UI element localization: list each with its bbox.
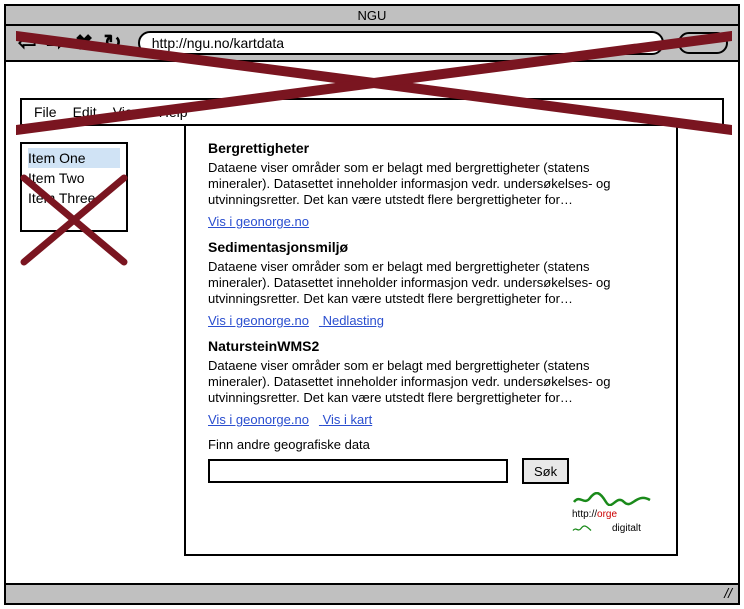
link-map[interactable]: Vis i kart (323, 412, 373, 427)
link-geonorge[interactable]: Vis i geonorge.no (208, 313, 309, 328)
search-button[interactable]: Søk (522, 458, 569, 484)
entry-links: Vis i geonorge.no (208, 214, 654, 229)
logo-scribble-icon (572, 523, 612, 535)
entry-description: Dataene viser områder som er belagt med … (208, 358, 654, 406)
logo-scribble-icon (572, 492, 652, 506)
back-icon[interactable]: ⇦ (16, 30, 38, 56)
search-row: Søk (208, 458, 654, 484)
search-label: Finn andre geografiske data (208, 437, 654, 452)
toolbar-capsule[interactable] (678, 32, 728, 54)
entry-links: Vis i geonorge.no Nedlasting (208, 313, 654, 328)
url-text: http://ngu.no/kartdata (152, 33, 284, 53)
window-titlebar: NGU (6, 6, 738, 26)
entry-links: Vis i geonorge.no Vis i kart (208, 412, 654, 427)
browser-toolbar: ⇦ ⇨ ✖ ↻ http://ngu.no/kartdata (6, 26, 738, 62)
url-bar[interactable]: http://ngu.no/kartdata (138, 31, 664, 55)
menu-bar: File Edit View Help (20, 98, 724, 126)
reload-icon[interactable]: ↻ (101, 30, 123, 56)
logo-text-digitalt: digitalt (612, 523, 641, 534)
sidebar-list[interactable]: Item One Item Two Item Three (20, 142, 128, 232)
menu-edit[interactable]: Edit (73, 104, 97, 120)
menu-help[interactable]: Help (159, 104, 188, 120)
link-geonorge[interactable]: Vis i geonorge.no (208, 214, 309, 229)
menu-file[interactable]: File (34, 104, 57, 120)
forward-icon[interactable]: ⇨ (44, 30, 66, 56)
search-input[interactable] (208, 459, 508, 483)
result-entry: Bergrettigheter Dataene viser områder so… (208, 140, 654, 229)
entry-title: Bergrettigheter (208, 140, 654, 156)
logo-text-http: http:// (572, 509, 597, 520)
browser-window: NGU ⇦ ⇨ ✖ ↻ http://ngu.no/kartdata File … (4, 4, 740, 605)
result-entry: Sedimentasjonsmiljø Dataene viser område… (208, 239, 654, 328)
list-item[interactable]: Item Two (28, 168, 120, 188)
link-geonorge[interactable]: Vis i geonorge.no (208, 412, 309, 427)
list-item[interactable]: Item Three (28, 188, 120, 208)
page-content: File Edit View Help Item One Item Two It… (6, 64, 738, 583)
menu-view[interactable]: View (113, 104, 143, 120)
stop-icon[interactable]: ✖ (73, 30, 95, 56)
status-bar: // (6, 583, 738, 603)
logo-text-orge: orge (597, 509, 617, 520)
entry-title: Sedimentasjonsmiljø (208, 239, 654, 255)
resize-grip-icon[interactable]: // (724, 585, 732, 601)
result-entry: NatursteinWMS2 Dataene viser områder som… (208, 338, 654, 427)
window-title: NGU (358, 8, 387, 23)
results-panel: Bergrettigheter Dataene viser områder so… (184, 124, 678, 556)
entry-description: Dataene viser områder som er belagt med … (208, 160, 654, 208)
list-item[interactable]: Item One (28, 148, 120, 168)
entry-title: NatursteinWMS2 (208, 338, 654, 354)
norge-digitalt-logo: http://orge digitalt (572, 492, 656, 542)
link-download[interactable]: Nedlasting (323, 313, 384, 328)
entry-description: Dataene viser områder som er belagt med … (208, 259, 654, 307)
